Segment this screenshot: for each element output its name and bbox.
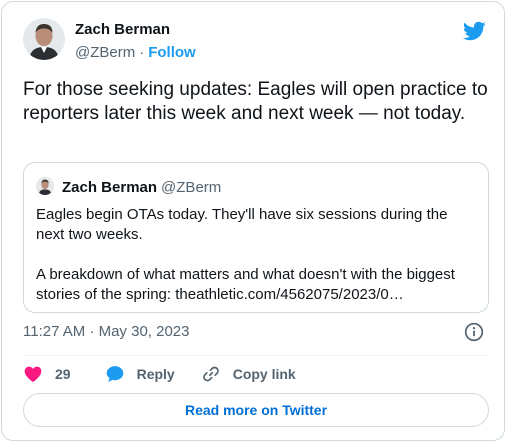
tweet-timestamp[interactable]: 11:27 AM · May 30, 2023 [23,323,190,340]
copy-link-button[interactable]: Copy link [201,364,296,384]
like-count: 29 [55,366,71,382]
heart-icon [24,366,42,382]
info-icon[interactable] [464,322,484,342]
read-more-button[interactable]: Read more on Twitter [23,393,489,427]
quoted-author-handle: @ZBerm [161,179,222,196]
reply-label: Reply [136,366,175,382]
action-bar: 29 Reply Copy link [23,362,296,386]
copy-link-label: Copy link [232,366,296,382]
author-name[interactable]: Zach Berman [75,21,170,38]
quoted-avatar [36,177,54,195]
quoted-tweet[interactable]: Zach Berman @ZBerm Eagles begin OTAs toda… [23,162,489,313]
twitter-bird-icon[interactable] [462,19,486,43]
speech-bubble-icon [106,366,123,382]
divider [23,355,489,356]
separator-dot: · [139,44,145,61]
author-handle[interactable]: @ZBerm [75,44,135,61]
link-icon [202,366,219,382]
like-button[interactable]: 29 [23,364,71,384]
quoted-author: Zach Berman @ZBerm [62,179,221,196]
embedded-tweet-card: Zach Berman @ZBerm · Follow For those seek… [1,1,505,441]
quoted-paragraph: A breakdown of what matters and what doe… [36,266,455,303]
author-meta: @ZBerm · Follow [75,44,196,61]
reply-button[interactable]: Reply [105,364,175,384]
follow-button[interactable]: Follow [148,44,196,61]
quoted-paragraph: Eagles begin OTAs today. They'll have si… [36,206,448,243]
avatar[interactable] [23,18,65,60]
quoted-tweet-text: Eagles begin OTAs today. They'll have si… [36,205,476,305]
tweet-text: For those seeking updates: Eagles will o… [23,79,488,124]
quoted-author-name: Zach Berman [62,179,158,196]
